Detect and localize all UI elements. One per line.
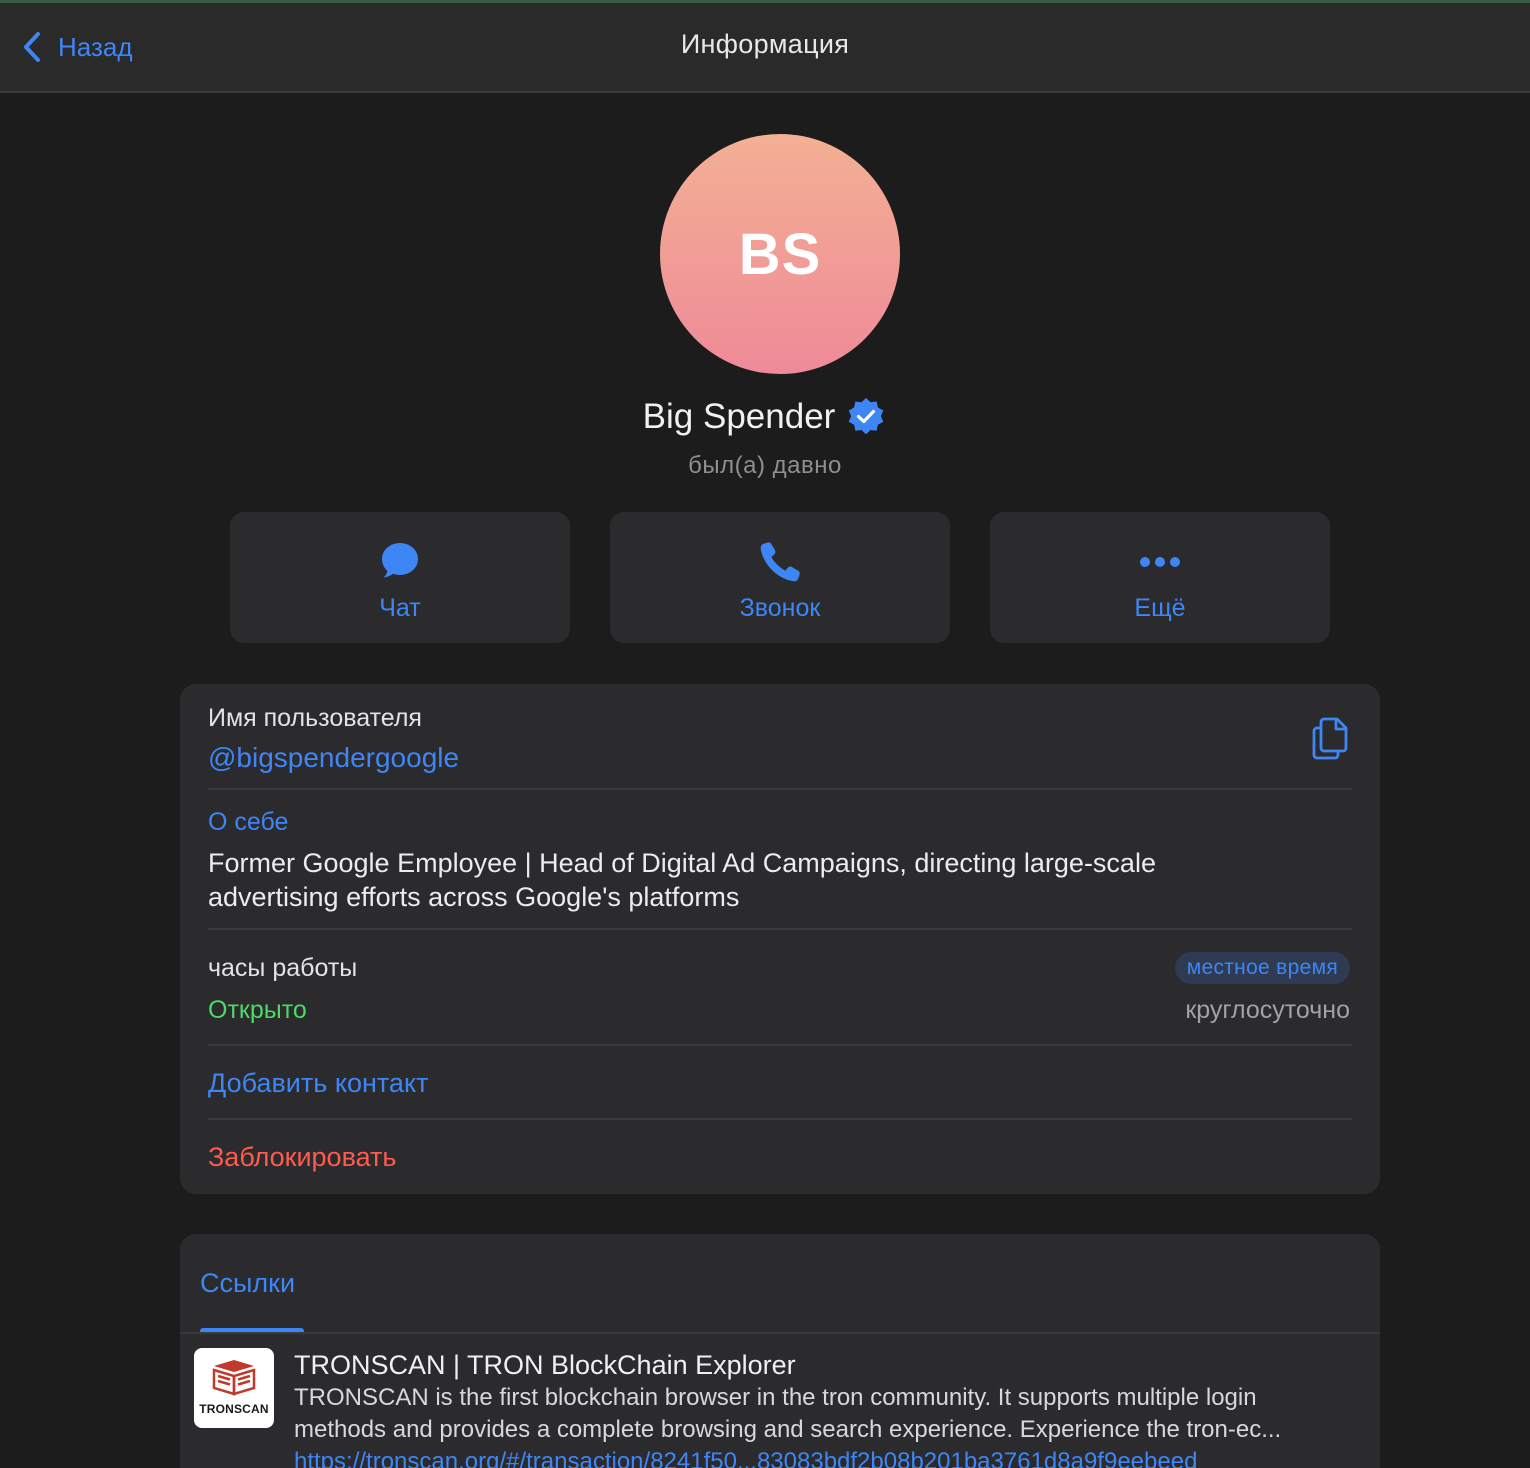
call-button[interactable]: Звонок: [610, 512, 950, 643]
link-description-line-2: methods and provides a complete browsing…: [294, 1416, 1282, 1443]
chat-button[interactable]: Чат: [230, 512, 570, 643]
copy-icon: [1312, 717, 1348, 760]
block-user-button[interactable]: Заблокировать: [208, 1142, 396, 1173]
open-status: Открыто: [208, 996, 307, 1024]
divider: [208, 928, 1352, 930]
navigation-bar: Назад Информация: [0, 3, 1530, 93]
last-seen-status: был(а) давно: [688, 452, 842, 479]
divider: [208, 1044, 1352, 1046]
about-text-line-1: Former Google Employee | Head of Digital…: [208, 848, 1156, 878]
profile-name: Big Spender: [642, 397, 836, 436]
divider: [180, 1332, 1380, 1334]
tronscan-logo-icon: [212, 1360, 256, 1396]
more-button-label: Ещё: [1134, 594, 1186, 622]
page-title: Информация: [680, 29, 850, 59]
username-link[interactable]: @bigspendergoogle: [208, 742, 459, 774]
add-contact-button[interactable]: Добавить контакт: [208, 1068, 428, 1099]
call-button-label: Звонок: [739, 594, 821, 622]
more-dots-icon: [1140, 557, 1180, 567]
verified-badge-icon: [845, 396, 887, 438]
more-button[interactable]: Ещё: [990, 512, 1330, 643]
shared-media-card: Ссылки TRONSCAN TRONSCAN | TRON BlockCha…: [180, 1234, 1380, 1468]
link-thumbnail[interactable]: TRONSCAN: [194, 1348, 274, 1428]
local-time-toggle[interactable]: местное время: [1174, 952, 1350, 984]
divider: [208, 788, 1352, 790]
link-title[interactable]: TRONSCAN | TRON BlockChain Explorer: [294, 1350, 796, 1381]
link-description-line-1: TRONSCAN is the first blockchain browser…: [294, 1384, 1257, 1411]
phone-icon: [760, 542, 800, 582]
hours-value: круглосуточно: [1185, 996, 1350, 1024]
tab-links[interactable]: Ссылки: [200, 1268, 295, 1299]
about-text-line-2: advertising efforts across Google's plat…: [208, 882, 740, 912]
link-url[interactable]: https://tronscan.org/#/transaction/8241f…: [294, 1448, 1197, 1468]
avatar-initials: BS: [738, 221, 822, 287]
profile-name-row: Big Spender: [0, 394, 1530, 440]
thumbnail-label: TRONSCAN: [199, 1402, 269, 1416]
chat-bubble-icon: [382, 543, 418, 578]
divider: [208, 1118, 1352, 1120]
avatar[interactable]: BS: [660, 134, 900, 374]
about-label: О себе: [208, 808, 289, 836]
username-label: Имя пользователя: [208, 704, 422, 732]
copy-username-button[interactable]: [1308, 714, 1352, 762]
chat-button-label: Чат: [379, 594, 421, 622]
business-hours-label: часы работы: [208, 954, 358, 982]
info-card: Имя пользователя @bigspendergoogle О себ…: [180, 684, 1380, 1194]
